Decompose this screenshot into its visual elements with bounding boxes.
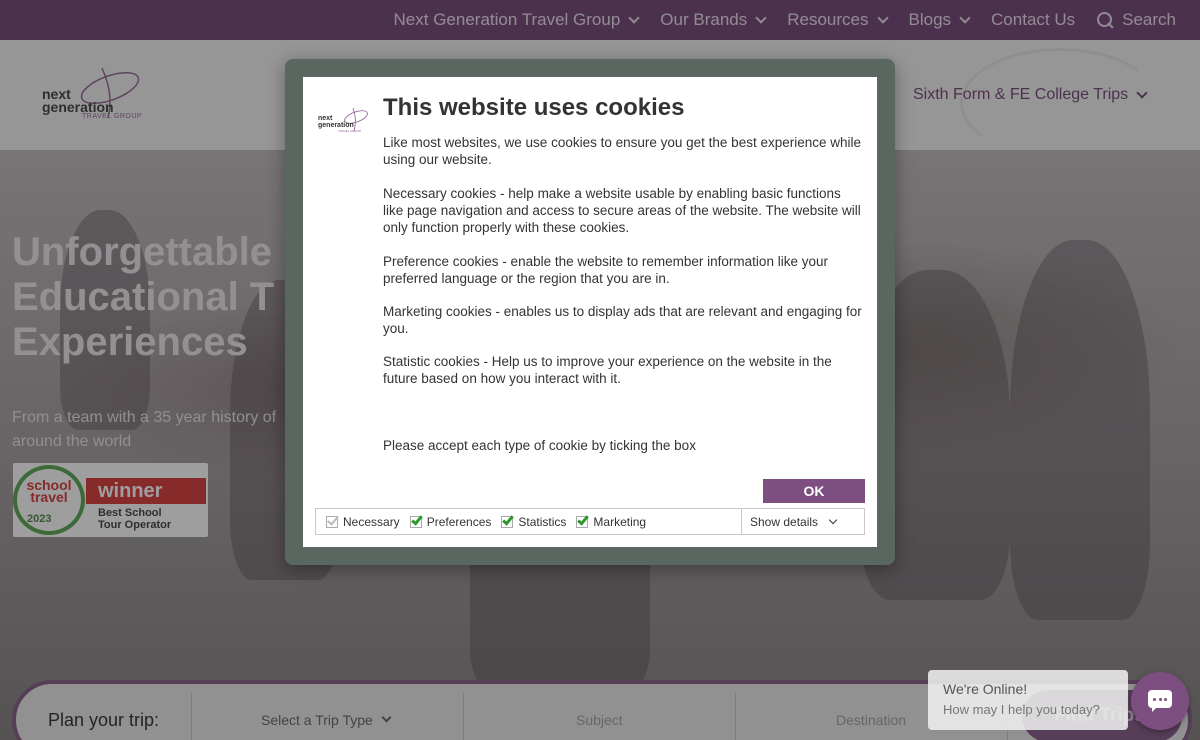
checkbox-necessary: Necessary xyxy=(326,512,400,529)
cookie-marketing-desc: Marketing cookies - enables us to displa… xyxy=(383,304,862,336)
cookie-intro: Like most websites, we use cookies to en… xyxy=(383,135,862,167)
checkbox-label: Preferences xyxy=(426,514,492,529)
cookie-statistic-desc: Statistic cookies - Help us to improve y… xyxy=(383,354,832,386)
checkbox-label: Marketing xyxy=(593,514,647,529)
ok-button[interactable]: OK xyxy=(763,479,865,503)
cookie-logo: next generation TRAVEL GROUP xyxy=(318,105,370,135)
checkbox-box[interactable] xyxy=(409,512,423,528)
checkbox-marketing[interactable]: Marketing xyxy=(576,512,647,529)
cookie-options: Necessary Preferences Statistics Marketi… xyxy=(315,508,865,535)
check-icon xyxy=(327,512,339,526)
show-details-label: Show details xyxy=(750,514,819,529)
chat-status: We're Online! xyxy=(943,681,1028,697)
cookie-necessary-desc: Necessary cookies - help make a website … xyxy=(383,186,861,235)
check-icon xyxy=(410,512,423,526)
checkbox-box[interactable] xyxy=(501,512,515,528)
checkbox-box[interactable] xyxy=(576,512,590,528)
cookie-dialog-body: next generation TRAVEL GROUP This websit… xyxy=(303,77,877,547)
logo-subtext: TRAVEL GROUP xyxy=(338,129,362,133)
cookie-title: This website uses cookies xyxy=(383,94,685,121)
checkbox-statistics[interactable]: Statistics xyxy=(501,512,567,529)
show-details-button[interactable]: Show details xyxy=(741,509,865,534)
chat-greeting[interactable]: We're Online! How may I help you today? xyxy=(928,670,1128,730)
cookie-instruction: Please accept each type of cookie by tic… xyxy=(383,438,696,453)
chevron-down-icon xyxy=(828,515,838,525)
check-icon xyxy=(577,512,590,526)
checkbox-box xyxy=(326,512,339,528)
chat-prompt: How may I help you today? xyxy=(943,702,1100,717)
logo-text: next generation xyxy=(318,115,354,129)
cookie-preference-desc: Preference cookies - enable the website … xyxy=(383,254,828,286)
check-icon xyxy=(502,512,515,526)
checkbox-label: Statistics xyxy=(518,514,567,529)
chat-icon xyxy=(1148,690,1172,712)
checkbox-label: Necessary xyxy=(343,514,400,529)
chat-button[interactable] xyxy=(1131,672,1189,730)
cookie-dialog: next generation TRAVEL GROUP This websit… xyxy=(285,59,895,565)
checkbox-preferences[interactable]: Preferences xyxy=(409,512,492,529)
